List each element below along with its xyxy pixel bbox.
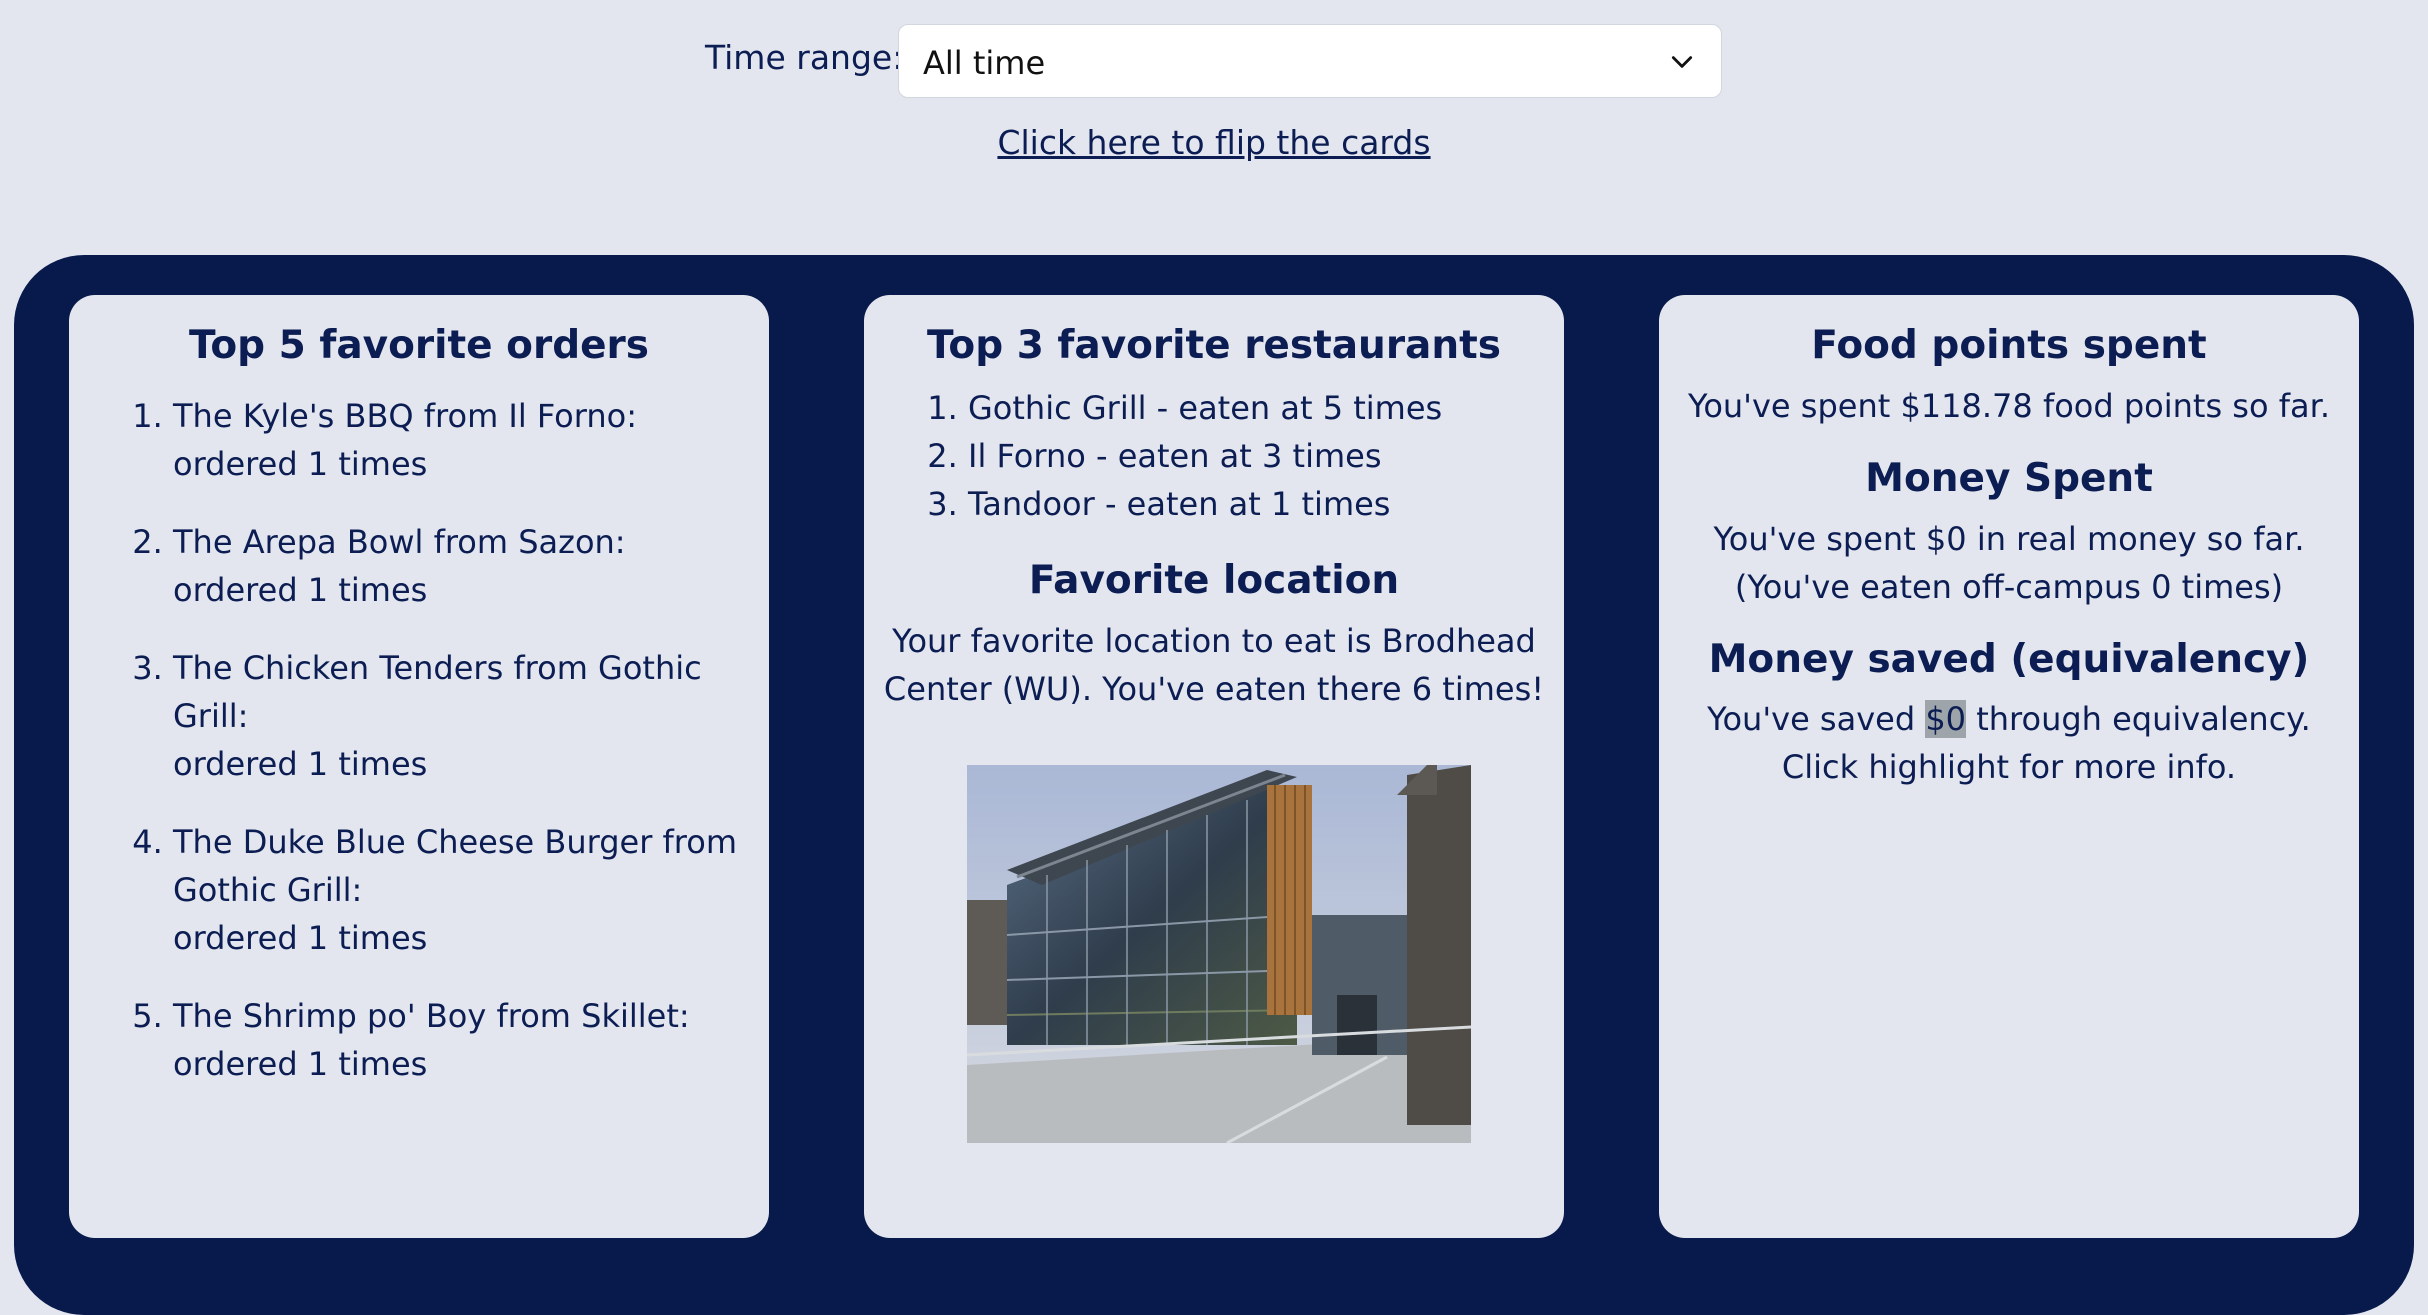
food-points-title: Food points spent [1811,323,2207,368]
restaurants-list: Gothic Grill - eaten at 5 times Il Forno… [864,384,1564,528]
saved-amount-highlight[interactable]: $0 [1925,700,1967,739]
money-spent-title: Money Spent [1865,455,2153,501]
time-range-label: Time range: [705,38,904,77]
order-count: ordered 1 times [173,444,428,483]
time-range-select[interactable]: All time [898,24,1722,98]
favorite-location-title: Favorite location [1028,557,1400,603]
spending-card[interactable]: Food points spent You've spent $118.78 f… [1659,295,2359,1238]
food-points-text: You've spent $118.78 food points so far. [1688,386,2330,425]
saved-prefix: You've saved [1707,700,1926,739]
money-spent-line: You've spent $0 in real money so far. [1713,519,2305,558]
list-item: The Shrimp po' Boy from Skillet: ordered… [173,992,769,1088]
list-item: Tandoor - eaten at 1 times [968,480,1564,528]
order-name: The Chicken Tenders from Gothic Grill: [173,648,702,735]
money-saved-text: You've saved $0 through equivalency. Cli… [1659,695,2359,791]
list-item: Il Forno - eaten at 3 times [968,432,1564,480]
card-title: Top 3 favorite restaurants [927,323,1501,368]
money-saved-title: Money saved (equivalency) [1708,636,2310,682]
location-photo [967,765,1471,1143]
order-count: ordered 1 times [173,918,428,957]
card-title: Top 5 favorite orders [188,323,650,368]
order-count: ordered 1 times [173,744,428,783]
off-campus-line: (You've eaten off-campus 0 times) [1734,567,2284,606]
saved-hint: Click highlight for more info. [1781,748,2237,787]
order-count: ordered 1 times [173,570,428,609]
order-name: The Arepa Bowl from Sazon: [173,522,626,561]
list-item: Gothic Grill - eaten at 5 times [968,384,1564,432]
chevron-down-icon [1671,56,1693,68]
order-name: The Kyle's BBQ from Il Forno: [173,396,637,435]
order-count: ordered 1 times [173,1044,428,1083]
list-item: The Kyle's BBQ from Il Forno: ordered 1 … [173,392,769,488]
favorite-location-text: Your favorite location to eat is Brodhea… [883,621,1545,708]
favorite-orders-card[interactable]: Top 5 favorite orders The Kyle's BBQ fro… [69,295,769,1238]
flip-cards-link[interactable]: Click here to flip the cards [0,123,2428,162]
list-item: The Arepa Bowl from Sazon: ordered 1 tim… [173,518,769,614]
saved-suffix: through equivalency. [1966,700,2311,739]
order-name: The Shrimp po' Boy from Skillet: [173,996,690,1035]
controls-bar: Time range: All time Click here to flip … [0,0,2428,180]
list-item: The Chicken Tenders from Gothic Grill: o… [173,644,769,788]
time-range-value: All time [923,44,1046,82]
favorite-restaurants-card[interactable]: Top 3 favorite restaurants Gothic Grill … [864,295,1564,1238]
order-name: The Duke Blue Cheese Burger from Gothic … [173,822,737,909]
money-spent-text: You've spent $0 in real money so far. (Y… [1659,515,2359,611]
orders-list: The Kyle's BBQ from Il Forno: ordered 1 … [69,392,769,1088]
list-item: The Duke Blue Cheese Burger from Gothic … [173,818,769,962]
